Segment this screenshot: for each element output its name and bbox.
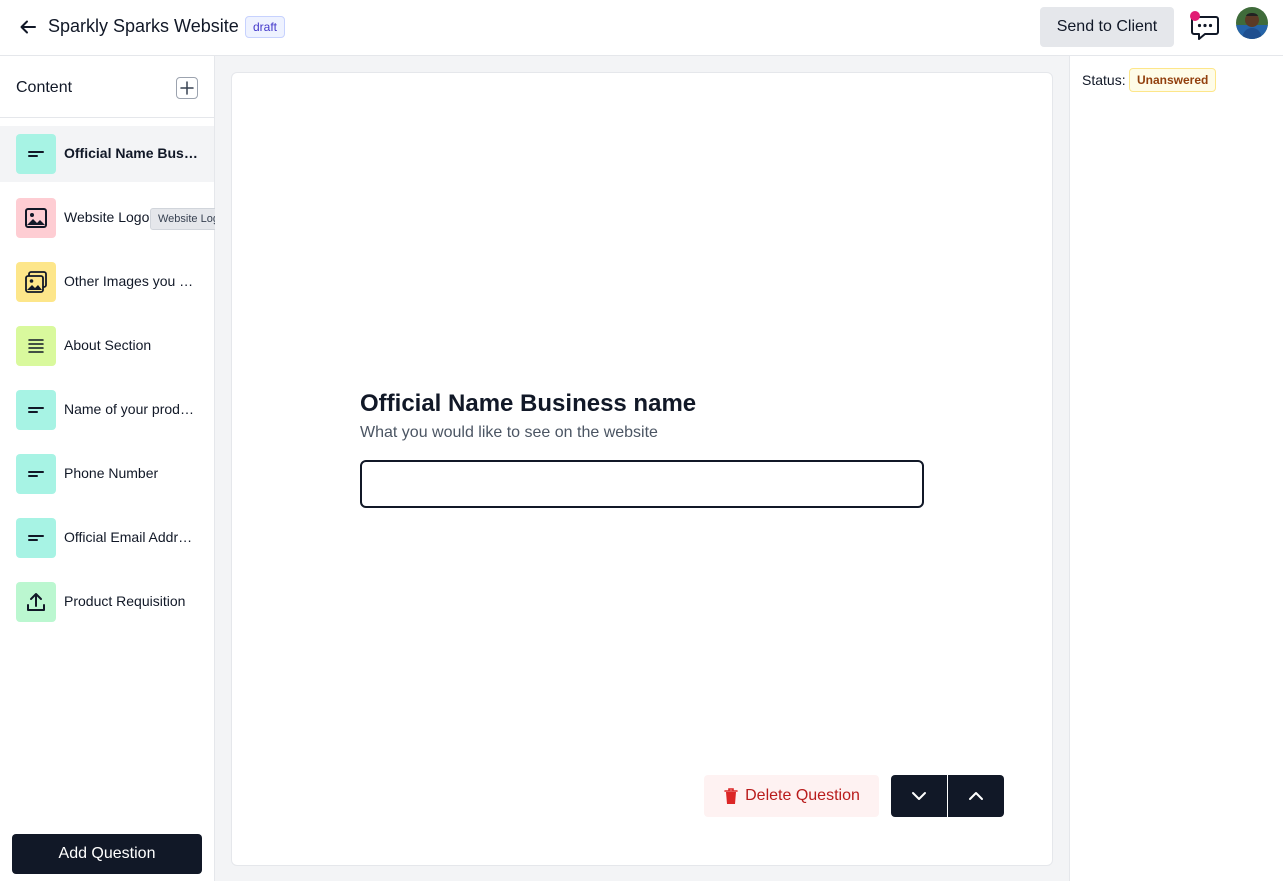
short-text-icon [16, 518, 56, 558]
question-subtitle: What you would like to see on the websit… [360, 424, 658, 441]
notification-dot [1190, 11, 1200, 21]
question-title: Official Name Business name [360, 390, 697, 417]
status-badge: Unanswered [1129, 68, 1217, 92]
image-icon [16, 198, 56, 238]
top-bar: Sparkly Sparks Website draft Send to Cli… [0, 0, 1283, 56]
add-question-button[interactable]: Add Question [12, 834, 202, 874]
sidebar-item-label: Product Requisition [64, 593, 186, 609]
sidebar-item-official-name[interactable]: Official Name Business name [0, 126, 214, 182]
delete-question-button[interactable]: Delete Question [704, 775, 879, 817]
short-text-icon [16, 390, 56, 430]
plus-icon [180, 81, 194, 95]
sidebar-item-product-requisition[interactable]: Product Requisition [0, 574, 214, 630]
sidebar-item-product-names[interactable]: Name of your products [0, 382, 214, 438]
short-text-icon [16, 454, 56, 494]
status-label: Status: [1082, 72, 1126, 88]
sidebar-item-label: Official Email Address [64, 529, 198, 545]
details-panel [1069, 56, 1283, 881]
send-to-client-button[interactable]: Send to Client [1040, 7, 1174, 47]
long-text-icon [16, 326, 56, 366]
sidebar-title: Content [16, 79, 73, 96]
sidebar-item-label: About Section [64, 337, 152, 353]
arrow-left-icon [20, 20, 36, 34]
avatar[interactable] [1236, 7, 1268, 39]
back-button[interactable] [16, 15, 40, 39]
user-avatar-icon [1236, 7, 1268, 39]
chevron-down-icon [912, 792, 926, 800]
previous-question-button[interactable] [948, 775, 1004, 817]
next-question-button[interactable] [891, 775, 947, 817]
page-title: Sparkly Sparks Website [48, 16, 239, 36]
trash-icon [724, 788, 738, 804]
short-text-icon [16, 134, 56, 174]
status-badge-draft: draft [245, 16, 286, 38]
sidebar-item-label: Other Images you want on the website [64, 273, 198, 289]
answer-input[interactable] [360, 460, 924, 508]
sidebar-item-label: Phone Number [64, 465, 159, 481]
sidebar-header: Content [0, 56, 214, 118]
upload-icon [16, 582, 56, 622]
sidebar-item-label: Name of your products [64, 401, 198, 417]
sidebar-item-label: Official Name Business name [64, 145, 198, 161]
sidebar-item-about-section[interactable]: About Section [0, 318, 214, 374]
sidebar-item-other-images[interactable]: Other Images you want on the website [0, 254, 214, 310]
delete-question-label: Delete Question [745, 787, 860, 804]
chevron-up-icon [969, 792, 983, 800]
images-icon [16, 262, 56, 302]
sidebar-item-email-address[interactable]: Official Email Address [0, 510, 214, 566]
add-content-button[interactable] [176, 77, 198, 99]
sidebar-item-phone-number[interactable]: Phone Number [0, 446, 214, 502]
content-sidebar: Content Official Name Business name Webs… [0, 56, 215, 881]
